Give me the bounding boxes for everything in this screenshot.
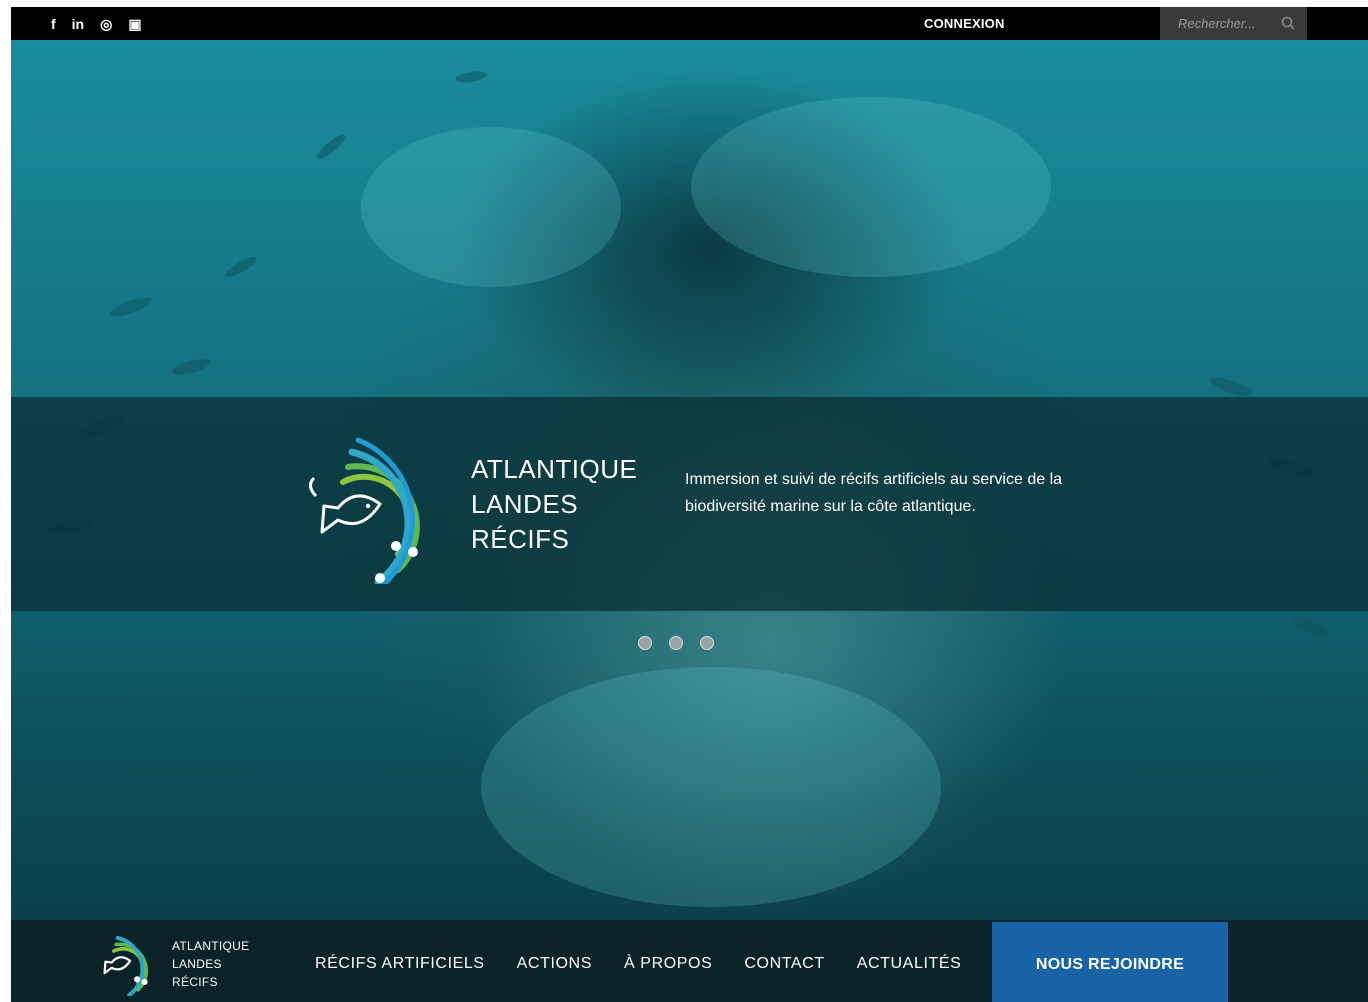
search-box xyxy=(1160,7,1307,40)
brand-line-1: ATLANTIQUE xyxy=(471,454,638,484)
social-links: f in ◎ ▣ xyxy=(51,7,142,40)
nav-links: RÉCIFS ARTIFICIELS ACTIONS À PROPOS CONT… xyxy=(315,920,993,1002)
carousel-dot[interactable] xyxy=(700,636,714,650)
search-input[interactable] xyxy=(1176,15,1280,32)
nav-logo-icon[interactable] xyxy=(94,930,160,996)
nav-link-actualites[interactable]: ACTUALITÉS xyxy=(857,955,962,973)
brand-line-3: RÉCIFS xyxy=(471,524,570,554)
youtube-icon[interactable]: ▣ xyxy=(128,17,141,31)
nav-brand-line-2: LANDES xyxy=(172,957,222,971)
nav-brand-line-1: ATLANTIQUE xyxy=(172,939,250,953)
login-link[interactable]: CONNEXION xyxy=(924,7,1005,40)
nav-link-recifs[interactable]: RÉCIFS ARTIFICIELS xyxy=(315,955,485,973)
facebook-icon[interactable]: f xyxy=(51,17,56,31)
top-bar: f in ◎ ▣ CONNEXION xyxy=(11,7,1368,40)
carousel-dot[interactable] xyxy=(669,636,683,650)
brand-line-2: LANDES xyxy=(471,489,579,519)
hero-banner: ATLANTIQUE LANDES RÉCIFS Immersion et su… xyxy=(11,397,1368,611)
carousel-dot[interactable] xyxy=(638,636,652,650)
page-frame: f in ◎ ▣ CONNEXION ATLA xyxy=(11,7,1368,1002)
nav-link-actions[interactable]: ACTIONS xyxy=(517,955,592,973)
hero-tagline: Immersion et suivi de récifs artificiels… xyxy=(685,471,1063,515)
instagram-icon[interactable]: ◎ xyxy=(100,17,112,31)
nav-brand-line-3: RÉCIFS xyxy=(172,975,218,989)
nav-link-contact[interactable]: CONTACT xyxy=(744,955,824,973)
hero-brand-name: ATLANTIQUE LANDES RÉCIFS xyxy=(471,452,637,557)
brand-logo-icon xyxy=(309,437,420,584)
carousel-dots xyxy=(638,636,714,650)
nav-link-a-propos[interactable]: À PROPOS xyxy=(624,955,712,973)
main-navigation: ATLANTIQUE LANDES RÉCIFS RÉCIFS ARTIFICI… xyxy=(11,920,1368,1002)
join-button[interactable]: NOUS REJOINDRE xyxy=(992,922,1228,1002)
linkedin-icon[interactable]: in xyxy=(72,17,84,31)
nav-brand-name[interactable]: ATLANTIQUE LANDES RÉCIFS xyxy=(172,937,249,991)
search-icon[interactable] xyxy=(1281,16,1295,30)
